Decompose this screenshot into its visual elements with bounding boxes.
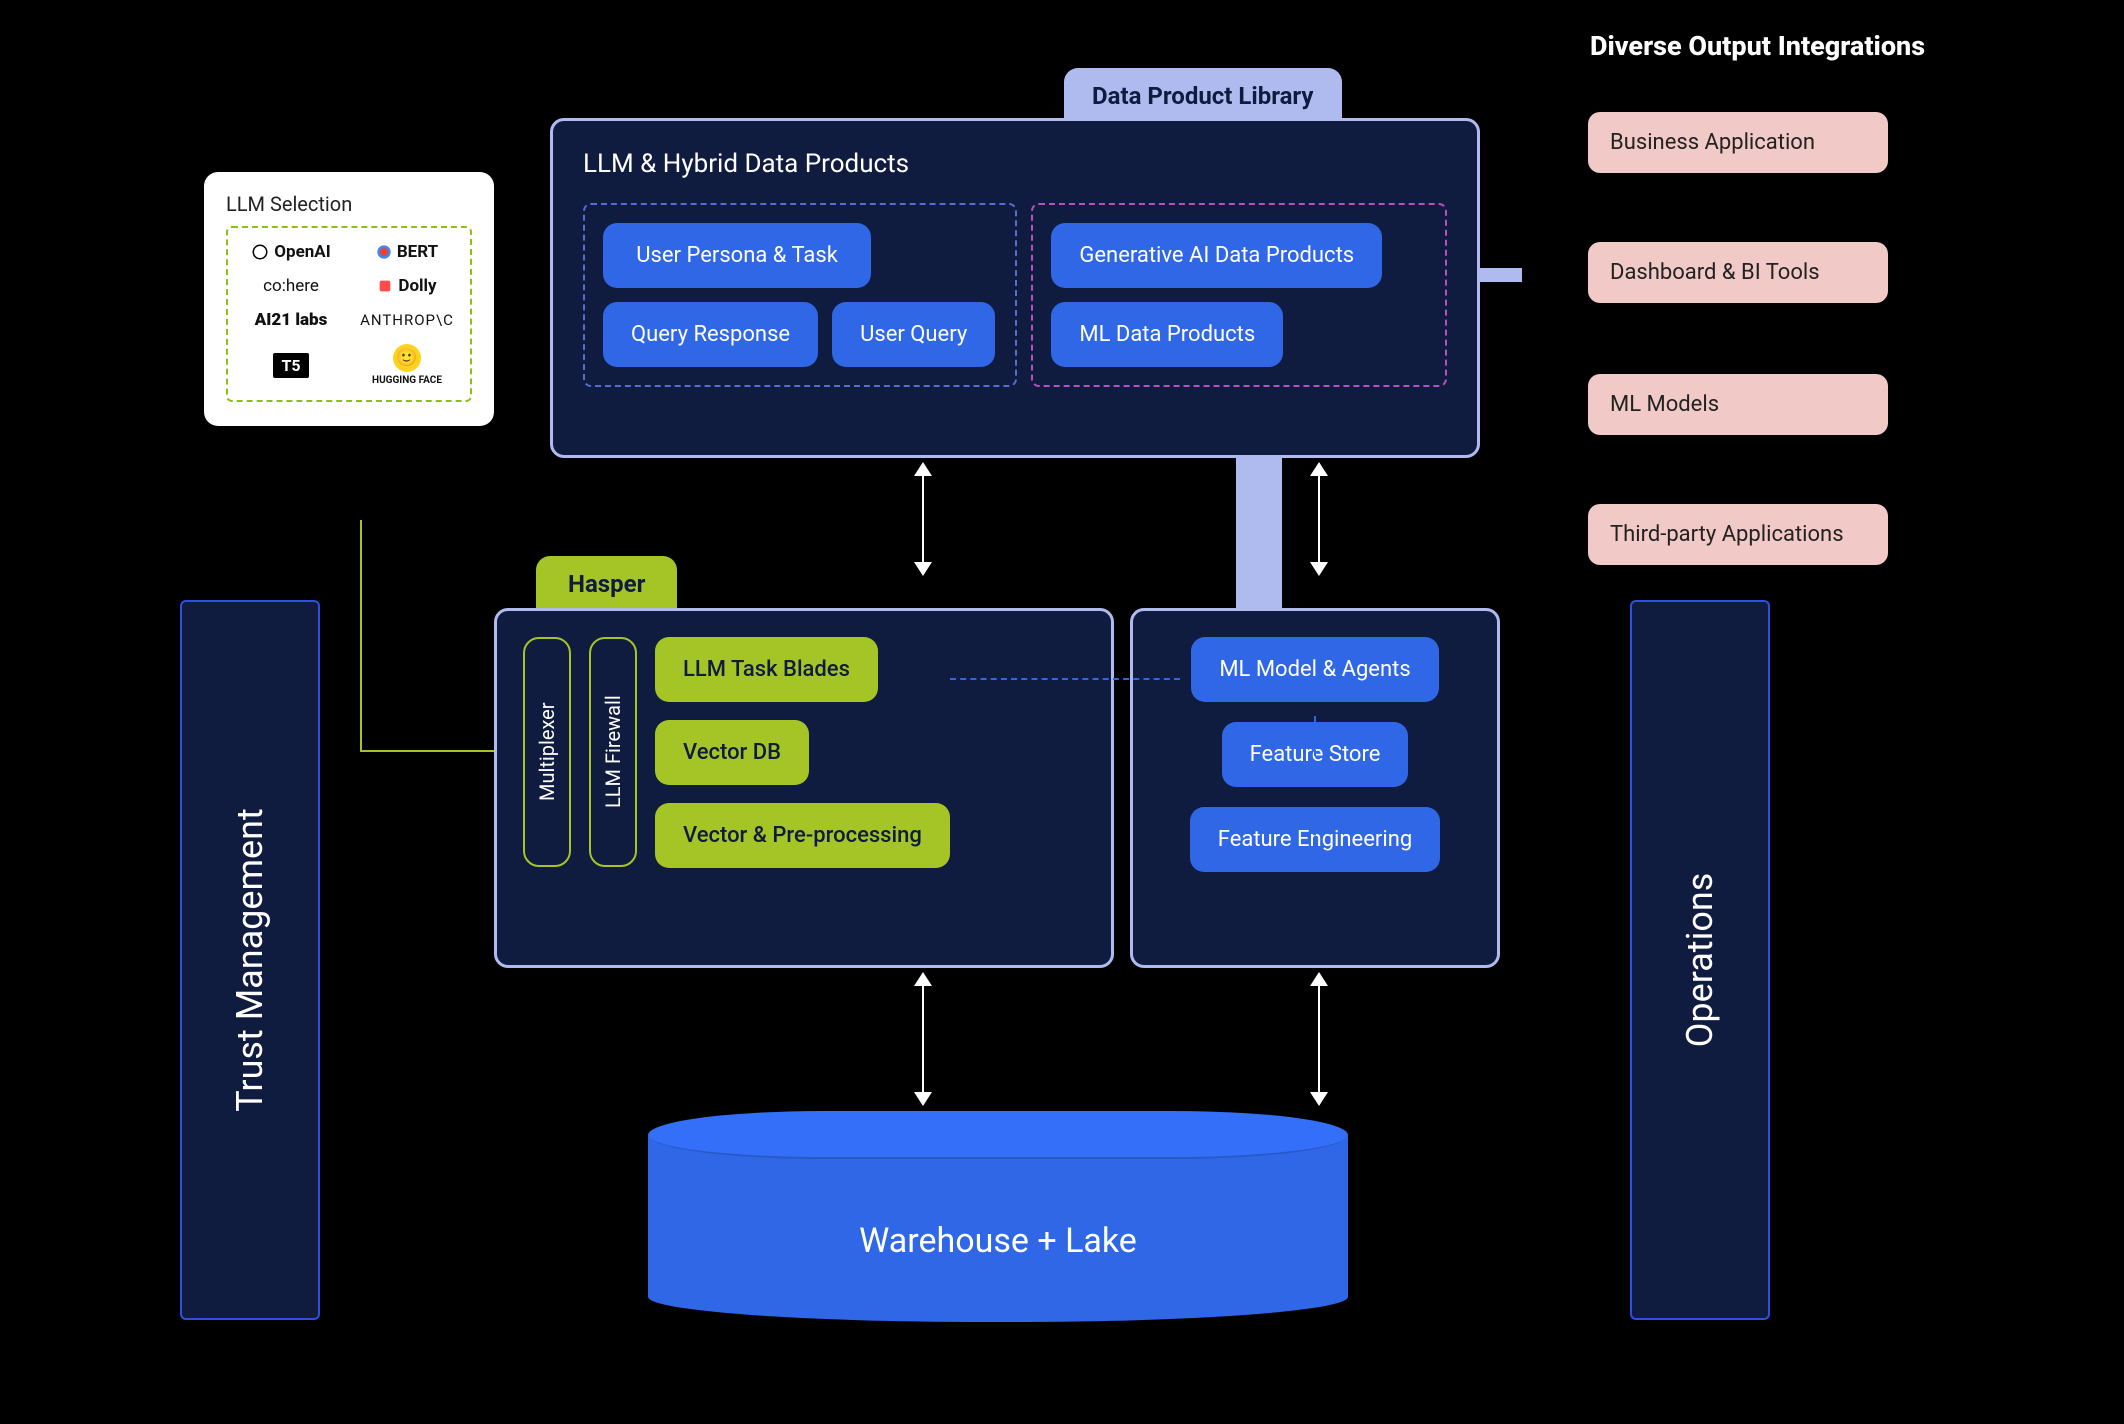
llm-task-blades-chip: LLM Task Blades: [655, 637, 878, 702]
dashed-ml-vert-2: [1314, 818, 1316, 858]
vector-preprocessing-chip: Vector & Pre-processing: [655, 803, 950, 868]
wire-llm-hasper-v: [360, 520, 362, 750]
integ-line-3: [1522, 530, 1586, 532]
hasper-panel: Multiplexer LLM Firewall LLM Task Blades…: [494, 608, 1114, 968]
operations-label: Operations: [1679, 873, 1721, 1048]
arrow-library-ml: [1318, 474, 1320, 564]
ml-panel: ML Model & Agents Feature Store Feature …: [1130, 608, 1500, 968]
dashed-ml-vert-1: [1314, 716, 1316, 756]
user-persona-chip: User Persona & Task: [603, 223, 871, 288]
cohere-logo: co:here: [263, 276, 319, 296]
warehouse-cylinder: Warehouse + Lake: [648, 1112, 1348, 1322]
integ-line-1: [1522, 268, 1586, 270]
library-panel: LLM & Hybrid Data Products User Persona …: [550, 118, 1480, 458]
t5-logo: T5: [273, 353, 308, 378]
integ-dashboard-bi: Dashboard & BI Tools: [1588, 242, 1888, 303]
ml-model-agents-chip: ML Model & Agents: [1191, 637, 1438, 702]
library-connector-vertical: [1236, 456, 1282, 624]
multiplexer-chip: Multiplexer: [523, 637, 571, 867]
warehouse-label: Warehouse + Lake: [648, 1221, 1348, 1261]
library-connector-horizontal: [1480, 268, 1524, 282]
llm-selection-card: LLM Selection OpenAI BERT co:here Dolly …: [204, 172, 494, 426]
arrow-library-hasper: [922, 474, 924, 564]
trust-management-pillar: Trust Management: [180, 600, 320, 1320]
ml-products-chip: ML Data Products: [1051, 302, 1283, 367]
llm-selection-title: LLM Selection: [226, 192, 472, 216]
integ-trunk: [1522, 138, 1524, 530]
ai21-logo: AI21 labs: [255, 310, 328, 330]
dolly-logo: Dolly: [377, 276, 436, 296]
trust-management-label: Trust Management: [229, 808, 271, 1112]
integ-business-app: Business Application: [1588, 112, 1888, 173]
llm-firewall-chip: LLM Firewall: [589, 637, 637, 867]
integ-line-2: [1522, 400, 1586, 402]
huggingface-logo: 🙂 HUGGING FACE: [372, 344, 442, 386]
data-product-library-tab: Data Product Library: [1064, 68, 1342, 124]
integ-line-0: [1522, 138, 1586, 140]
hasper-tab: Hasper: [536, 556, 677, 612]
arrow-hasper-warehouse: [922, 984, 924, 1094]
anthropic-logo: ANTHROP\C: [360, 311, 454, 329]
library-panel-title: LLM & Hybrid Data Products: [583, 149, 1447, 179]
bert-logo: BERT: [376, 242, 438, 262]
integ-third-party: Third-party Applications: [1588, 504, 1888, 565]
llm-logo-grid: OpenAI BERT co:here Dolly AI21 labs ANTH…: [226, 226, 472, 402]
library-right-group: Generative AI Data Products ML Data Prod…: [1031, 203, 1447, 387]
vector-db-chip: Vector DB: [655, 720, 809, 785]
dashed-hasper-ml-link: [950, 678, 1180, 680]
user-query-chip: User Query: [832, 302, 995, 367]
openai-logo: OpenAI: [251, 242, 330, 262]
library-left-group: User Persona & Task Query Response User …: [583, 203, 1017, 387]
wire-llm-hasper-h: [360, 750, 494, 752]
query-response-chip: Query Response: [603, 302, 818, 367]
operations-pillar: Operations: [1630, 600, 1770, 1320]
integ-ml-models: ML Models: [1588, 374, 1888, 435]
arrow-ml-warehouse: [1318, 984, 1320, 1094]
integrations-title: Diverse Output Integrations: [1590, 30, 1925, 62]
gen-ai-products-chip: Generative AI Data Products: [1051, 223, 1382, 288]
